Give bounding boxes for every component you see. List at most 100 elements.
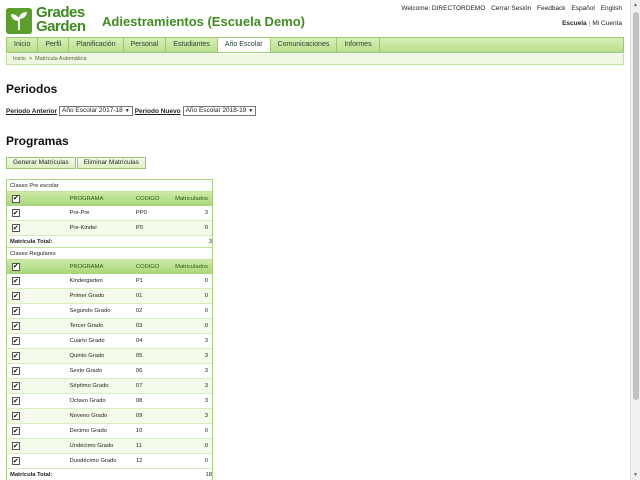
checkbox-cell: ✔: [7, 382, 25, 390]
checkbox[interactable]: ✔: [11, 224, 20, 232]
program-name: Decimo Grado: [69, 428, 107, 434]
column-header-codigo: CODIGO: [135, 263, 160, 270]
tab-comunicaciones[interactable]: Comunicaciones: [271, 38, 338, 52]
checkmark-icon: ✔: [12, 209, 19, 217]
checkbox[interactable]: ✔: [11, 382, 20, 390]
prev-period-select[interactable]: Año Escolar 2017-18 ▼: [59, 106, 133, 116]
checkbox-cell: ✔: [7, 427, 25, 435]
logout-link[interactable]: Cerrar Sesión: [491, 5, 531, 12]
checkmark-icon: ✔: [12, 307, 19, 315]
total-value: 18: [205, 471, 212, 478]
enrolled-count: 3: [204, 353, 208, 359]
checkbox-cell: ✔: [7, 352, 25, 360]
scrollbar-thumb[interactable]: [633, 12, 639, 400]
program-code: 03: [135, 323, 143, 329]
tab-perfil[interactable]: Perfil: [38, 38, 70, 52]
program-code: 10: [135, 428, 143, 434]
logo-line-2: Garden: [36, 18, 86, 35]
checkbox[interactable]: ✔: [11, 367, 20, 375]
breadcrumb-home[interactable]: Inicio: [13, 56, 26, 62]
vertical-scrollbar[interactable]: ▲ ▼: [630, 0, 640, 480]
program-code: 12: [135, 458, 143, 464]
leaf-icon: [6, 8, 32, 34]
chevron-down-icon: ▼: [248, 108, 254, 114]
checkmark-icon: ✔: [12, 382, 19, 390]
main-nav: Inicio Perfil Planificación Personal Est…: [6, 37, 624, 53]
checkbox[interactable]: ✔: [11, 397, 20, 405]
enrolled-count: 0: [204, 323, 208, 329]
program-name: Primer Grado: [69, 293, 105, 299]
tab-personal[interactable]: Personal: [124, 38, 167, 52]
english-link[interactable]: English: [601, 5, 622, 12]
separator: |: [588, 20, 591, 27]
scroll-up-arrow-icon[interactable]: ▲: [633, 2, 638, 8]
total-row: Matrícula Total: 18: [7, 469, 212, 480]
checkmark-icon: ✔: [12, 277, 19, 285]
tab-inicio[interactable]: Inicio: [7, 38, 39, 52]
scroll-down-arrow-icon[interactable]: ▼: [633, 472, 638, 478]
checkbox-cell: ✔: [7, 337, 25, 345]
periodos-heading: Periodos: [6, 82, 58, 96]
my-account-link[interactable]: Mi Cuenta: [592, 20, 622, 27]
enrolled-count: 3: [204, 398, 208, 404]
enrolled-count: 3: [204, 413, 208, 419]
program-code: 08: [135, 398, 143, 404]
checkbox[interactable]: ✔: [11, 277, 20, 285]
program-code: P0: [135, 225, 144, 231]
checkbox-cell: ✔: [7, 292, 25, 300]
checkbox[interactable]: ✔: [11, 209, 20, 217]
checkbox-cell: ✔: [7, 307, 25, 315]
checkbox[interactable]: ✔: [11, 442, 20, 450]
checkmark-icon: ✔: [12, 457, 19, 465]
checkmark-icon: ✔: [12, 427, 19, 435]
school-link[interactable]: Escuela: [562, 20, 587, 27]
tab-informes[interactable]: Informes: [337, 38, 380, 52]
feedback-link[interactable]: Feedback: [537, 5, 566, 12]
new-period-select[interactable]: Año Escolar 2018-19 ▼: [182, 106, 257, 116]
program-name: Cuarto Grado: [69, 338, 105, 344]
total-row: Matrícula Total: 3: [7, 236, 212, 248]
checkmark-icon: ✔: [12, 195, 19, 202]
grades-garden-logo[interactable]: Grades Garden: [6, 5, 96, 36]
checkbox-cell: ✔: [7, 457, 25, 465]
tab-planificacion[interactable]: Planificación: [69, 38, 124, 52]
checkmark-icon: ✔: [12, 442, 19, 450]
checkmark-icon: ✔: [12, 397, 19, 405]
spanish-link[interactable]: Español: [571, 5, 595, 12]
checkbox[interactable]: ✔: [11, 352, 20, 360]
table-header: ✔ PROGRAMA CODIGO Matriculados: [7, 260, 212, 274]
program-code: 05: [135, 353, 143, 359]
table-row: ✔ Octavo Grado 08 3: [7, 394, 212, 409]
program-code: 02: [135, 308, 143, 314]
checkmark-icon: ✔: [12, 263, 19, 270]
total-value: 3: [208, 238, 212, 245]
checkbox[interactable]: ✔: [11, 427, 20, 435]
checkbox[interactable]: ✔: [11, 307, 20, 315]
delete-enrollments-button[interactable]: Eliminar Matrículas: [76, 157, 146, 169]
checkbox[interactable]: ✔: [11, 322, 20, 330]
checkbox-cell: ✔: [7, 322, 25, 330]
checkbox[interactable]: ✔: [11, 457, 20, 465]
school-title: Adiestramientos (Escuela Demo): [102, 14, 306, 29]
group-title: Clases Pre escolar: [7, 180, 212, 192]
prev-period-value: Año Escolar 2017-18: [62, 107, 123, 114]
enrolled-count: 0: [204, 225, 208, 231]
checkbox[interactable]: ✔: [11, 194, 20, 203]
checkbox[interactable]: ✔: [11, 412, 20, 420]
checkbox-cell: ✔: [7, 367, 25, 375]
checkmark-icon: ✔: [12, 367, 19, 375]
program-code: 09: [135, 413, 143, 419]
checkbox[interactable]: ✔: [11, 292, 20, 300]
breadcrumb: Inicio > Matrícula Automática: [6, 54, 624, 65]
checkbox-cell: ✔: [7, 194, 25, 203]
tab-estudiantes[interactable]: Estudiantes: [166, 38, 218, 52]
enrolled-count: 0: [204, 278, 208, 284]
checkbox[interactable]: ✔: [11, 262, 20, 271]
table-row: ✔ Pre-Kinder P0 0: [7, 221, 212, 236]
prev-period-label: Periodo Anterior: [6, 107, 58, 115]
tab-ano-escolar[interactable]: Año Escolar: [217, 38, 271, 52]
enrolled-count: 0: [204, 443, 208, 449]
program-code: 07: [135, 383, 143, 389]
generate-enrollments-button[interactable]: Generar Matrículas: [6, 157, 76, 169]
checkbox[interactable]: ✔: [11, 337, 20, 345]
